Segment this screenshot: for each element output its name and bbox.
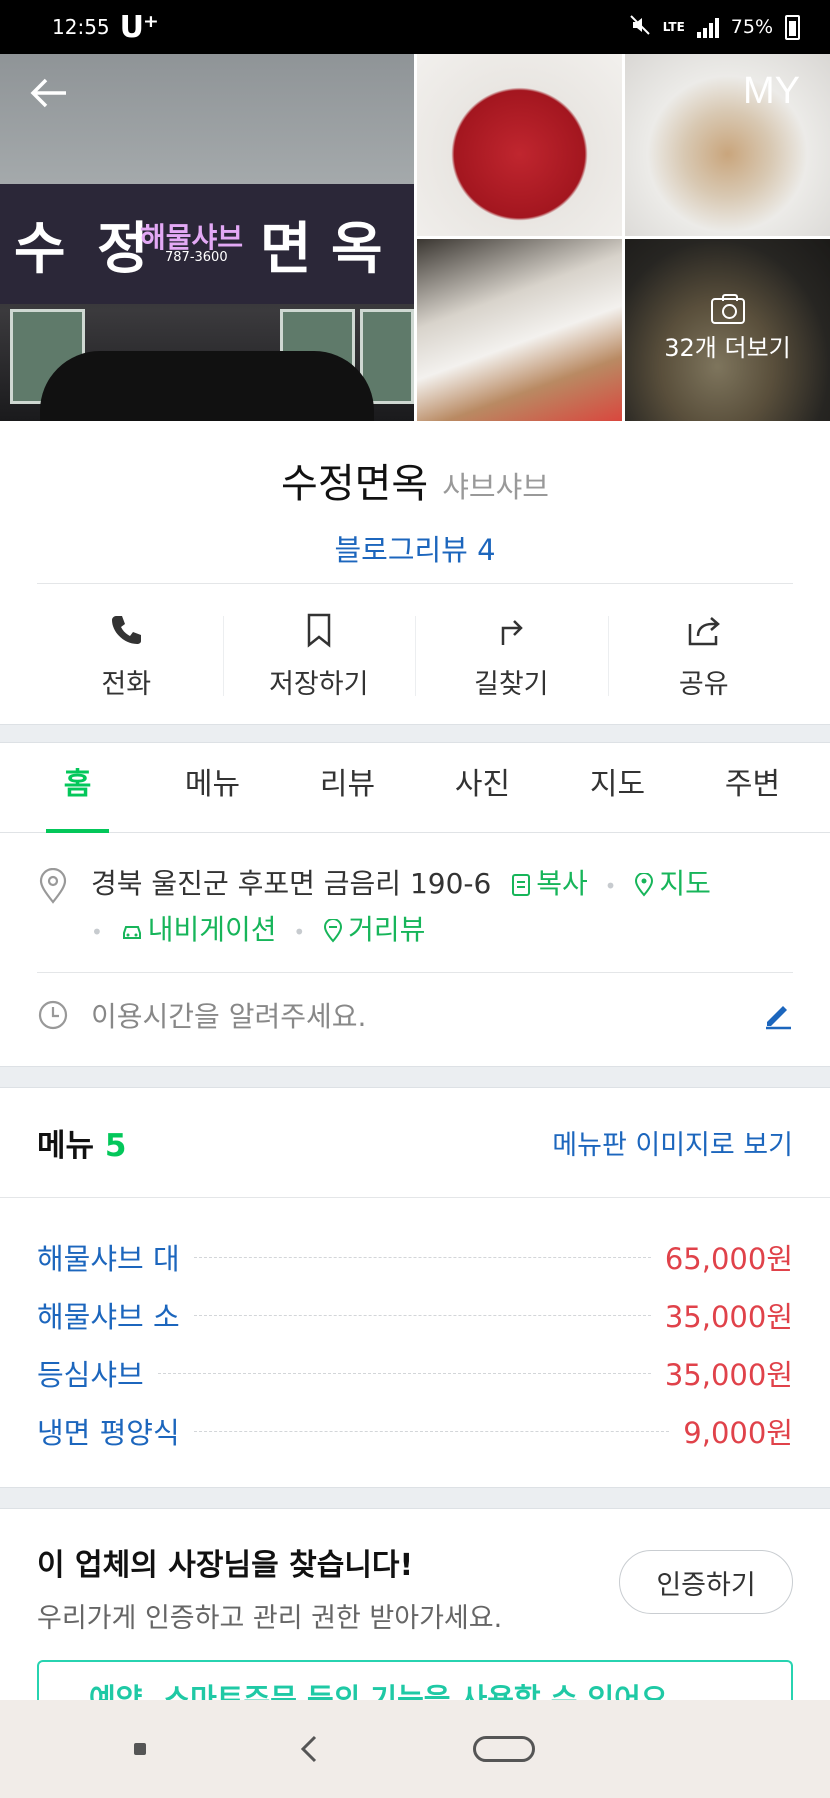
network-label: LTE xyxy=(662,20,685,34)
battery-icon xyxy=(785,14,800,40)
menu-list: 해물샤브 대 65,000원 해물샤브 소 35,000원 등심샤브 35,00… xyxy=(37,1228,793,1460)
address-text: 경북 울진군 후포면 금음리 190-6 xyxy=(91,867,492,900)
menu-item-price: 9,000원 xyxy=(683,1416,793,1450)
signal-icon xyxy=(696,16,719,38)
section-separator xyxy=(0,1066,830,1088)
map-label: 지도 xyxy=(659,867,711,900)
call-button[interactable]: 전화 xyxy=(30,606,223,706)
copy-icon xyxy=(512,874,531,896)
copy-address-button[interactable]: 복사 xyxy=(510,867,596,900)
carrier-label: U⁺ xyxy=(119,9,159,45)
place-name: 수정면옥 xyxy=(281,461,429,507)
my-button[interactable]: MY xyxy=(743,70,800,113)
car-icon xyxy=(122,926,141,939)
menu-item[interactable]: 냉면 평양식 9,000원 xyxy=(37,1402,793,1460)
arrow-left-icon xyxy=(30,78,66,108)
home-button[interactable] xyxy=(473,1736,536,1762)
more-photos-label: 32개 더보기 xyxy=(664,333,791,362)
tab-bar: 홈 메뉴 리뷰 사진 지도 주변 xyxy=(0,741,830,833)
menu-item-price: 35,000원 xyxy=(664,1300,793,1334)
sign-phone: 787-3600 xyxy=(165,250,228,265)
system-nav-bar xyxy=(0,1700,830,1798)
photo-beef[interactable] xyxy=(417,54,622,236)
action-bar: 전화 저장하기 길찾기 공유 xyxy=(30,606,800,706)
tab-menu[interactable]: 메뉴 xyxy=(145,741,280,832)
sign-text-2: 면 옥 xyxy=(260,217,383,282)
photo-more[interactable]: 32개 더보기 xyxy=(625,239,830,421)
back-button[interactable] xyxy=(26,70,72,116)
photo-gallery: 수 정 해물샤브 면 옥 787-3600 32개 더보기 xyxy=(0,54,830,421)
menu-item[interactable]: 해물샤브 소 35,000원 xyxy=(37,1286,793,1344)
battery-percent: 75% xyxy=(730,16,773,38)
copy-label: 복사 xyxy=(536,867,588,900)
tab-review[interactable]: 리뷰 xyxy=(280,741,415,832)
status-bar: 12:55 U⁺ LTE 75% xyxy=(0,0,830,54)
menu-item-name: 냉면 평양식 xyxy=(37,1416,180,1450)
streetview-button[interactable]: 거리뷰 xyxy=(313,913,425,946)
map-button[interactable]: 지도 xyxy=(624,867,711,900)
share-label: 공유 xyxy=(678,668,729,700)
phone-icon xyxy=(112,615,142,644)
directions-button[interactable]: 길찾기 xyxy=(415,606,608,706)
divider xyxy=(0,1197,830,1198)
camera-icon xyxy=(710,293,745,324)
map-pin-icon xyxy=(635,873,654,897)
section-separator xyxy=(0,1487,830,1509)
blog-review-link[interactable]: 블로그리뷰 4 xyxy=(0,527,830,569)
menu-header: 메뉴 5 메뉴판 이미지로 보기 xyxy=(37,1120,793,1165)
place-category: 샤브샤브 xyxy=(442,470,549,504)
edit-pencil-icon[interactable] xyxy=(763,1000,793,1030)
tab-home[interactable]: 홈 xyxy=(10,741,145,833)
divider xyxy=(37,972,793,973)
hours-row[interactable]: 이용시간을 알려주세요. xyxy=(37,992,793,1038)
save-button[interactable]: 저장하기 xyxy=(222,606,416,706)
mute-icon xyxy=(629,14,651,41)
menu-item-price: 35,000원 xyxy=(664,1358,793,1392)
menu-item-price: 65,000원 xyxy=(664,1242,793,1276)
tab-photo[interactable]: 사진 xyxy=(415,741,550,832)
menu-item-name: 등심샤브 xyxy=(37,1358,144,1392)
verify-button[interactable]: 인증하기 xyxy=(619,1550,793,1614)
location-pin-icon xyxy=(39,868,67,904)
back-nav-icon[interactable] xyxy=(295,1732,325,1766)
address-row: 경북 울진군 후포면 금음리 190-6 복사 • 지도 • 내비게이션 • 거… xyxy=(37,862,793,954)
tab-nearby[interactable]: 주변 xyxy=(685,741,820,832)
promo-banner[interactable]: 예약, 스마트주문 등의 기능을 사용할 수 있어요 xyxy=(37,1660,793,1700)
navigation-label: 내비게이션 xyxy=(147,913,277,946)
directions-label: 길찾기 xyxy=(473,668,549,700)
streetview-icon xyxy=(324,919,343,943)
promo-text: 예약, 스마트주문 등의 기능을 사용할 수 있어요 xyxy=(89,1682,668,1700)
menu-item[interactable]: 해물샤브 대 65,000원 xyxy=(37,1228,793,1286)
bookmark-icon xyxy=(307,613,330,648)
owner-claim-section: 이 업체의 사장님을 찾습니다! 우리가게 인증하고 관리 권한 받아가세요. … xyxy=(37,1540,793,1635)
menu-item-name: 해물샤브 대 xyxy=(37,1242,180,1276)
divider xyxy=(37,583,793,584)
menu-item[interactable]: 등심샤브 35,000원 xyxy=(37,1344,793,1402)
status-time: 12:55 xyxy=(52,15,110,39)
directions-icon xyxy=(502,619,524,645)
place-header: 수정면옥 샤브샤브 블로그리뷰 4 xyxy=(0,421,830,569)
share-icon xyxy=(688,616,720,645)
tab-map[interactable]: 지도 xyxy=(550,741,685,832)
recent-apps-button[interactable] xyxy=(134,1743,147,1755)
call-label: 전화 xyxy=(101,668,152,700)
photo-side-dishes[interactable] xyxy=(417,239,622,421)
clock-icon xyxy=(38,1000,68,1030)
menu-count: 5 xyxy=(104,1128,127,1164)
share-button[interactable]: 공유 xyxy=(607,606,801,706)
sign-text: 수 정 xyxy=(14,217,155,282)
menu-image-link[interactable]: 메뉴판 이미지로 보기 xyxy=(552,1123,793,1162)
hours-placeholder: 이용시간을 알려주세요. xyxy=(91,1000,367,1033)
menu-item-name: 해물샤브 소 xyxy=(37,1300,180,1334)
save-label: 저장하기 xyxy=(269,668,369,700)
streetview-label: 거리뷰 xyxy=(348,913,426,946)
menu-title: 메뉴 5 xyxy=(37,1128,127,1164)
navigation-button[interactable]: 내비게이션 xyxy=(111,913,286,946)
